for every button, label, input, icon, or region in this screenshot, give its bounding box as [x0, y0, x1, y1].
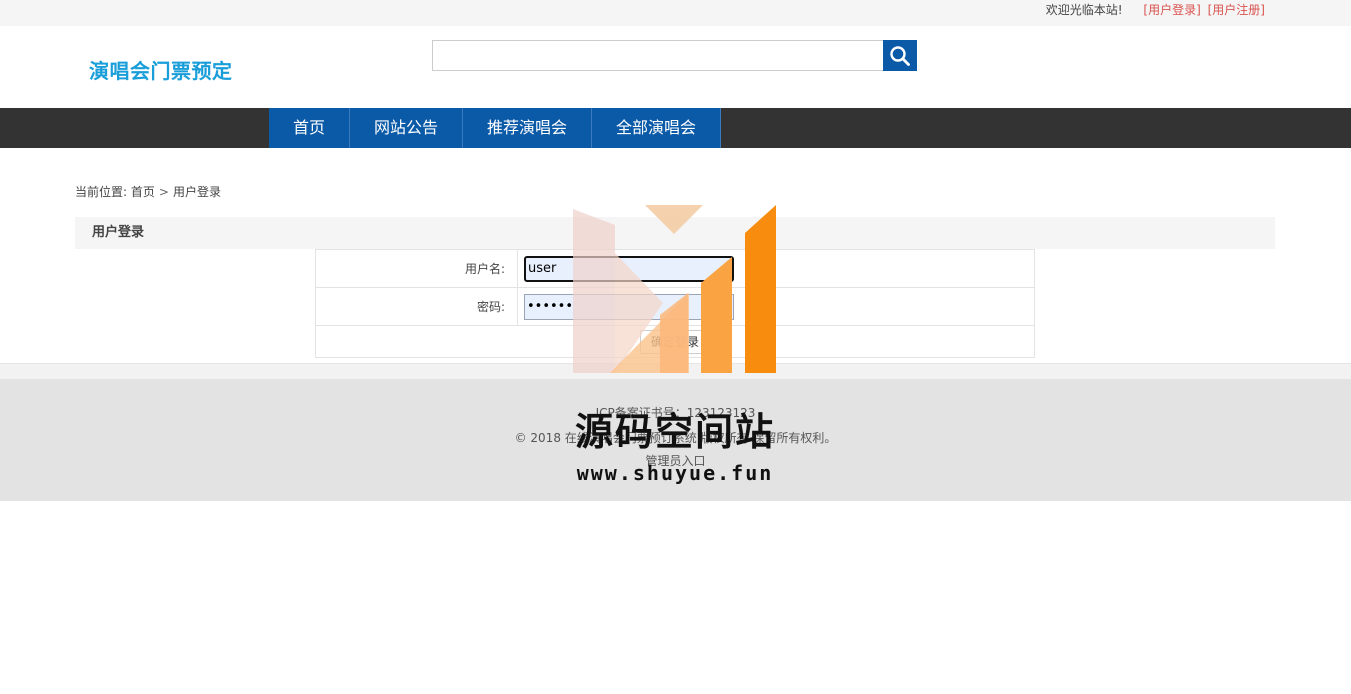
breadcrumb-separator: > [158, 185, 169, 199]
user-login-link[interactable]: [用户登录] [1143, 3, 1200, 17]
footer-copyright: © 2018 在线演唱会门票预订系统 版权所有 保留所有权利。 [514, 431, 837, 445]
breadcrumb-home-link[interactable]: 首页 [131, 185, 155, 199]
password-label: 密码: [315, 287, 518, 326]
search-input[interactable] [432, 40, 884, 71]
username-input[interactable] [524, 255, 734, 282]
welcome-text: 欢迎光临本站! [1045, 3, 1123, 17]
username-row: 用户名: [315, 249, 1035, 288]
password-row: 密码: [315, 287, 1035, 326]
top-bar: 欢迎光临本站! [用户登录] [用户注册] [0, 0, 1351, 26]
admin-entry-link[interactable]: 管理员入口 [645, 454, 705, 468]
header: 演唱会门票预定 [0, 26, 1351, 108]
footer-divider [0, 363, 1351, 379]
nav-item-home[interactable]: 首页 [269, 108, 351, 148]
nav-items: 首页 网站公告 推荐演唱会 全部演唱会 [269, 108, 722, 148]
user-register-link[interactable]: [用户注册] [1208, 3, 1265, 17]
breadcrumb-current: 用户登录 [172, 185, 221, 199]
submit-cell: 确定登录 [315, 325, 1035, 358]
breadcrumb: 当前位置: 首页 > 用户登录 [75, 183, 221, 200]
nav-item-announcements[interactable]: 网站公告 [350, 108, 464, 148]
top-bar-links: 欢迎光临本站! [用户登录] [用户注册] [1046, 2, 1265, 18]
login-submit-button[interactable]: 确定登录 [639, 329, 710, 354]
nav-item-recommended-concerts[interactable]: 推荐演唱会 [463, 108, 593, 148]
search-button[interactable] [883, 40, 917, 71]
password-cell [517, 287, 1035, 326]
username-label: 用户名: [315, 249, 518, 288]
footer: ICP备案证书号：123123123 © 2018 在线演唱会门票预订系统 版权… [0, 379, 1351, 501]
search-icon [890, 45, 910, 66]
login-panel-title: 用户登录 [75, 217, 1275, 249]
login-form: 用户名: 密码: 确定登录 [315, 249, 1035, 358]
breadcrumb-prefix: 当前位置: [75, 185, 128, 199]
password-input[interactable] [524, 293, 734, 320]
footer-icp: ICP备案证书号：123123123 [595, 406, 756, 420]
nav-item-all-concerts[interactable]: 全部演唱会 [592, 108, 722, 148]
submit-row: 确定登录 [315, 325, 1035, 358]
username-cell [517, 249, 1035, 288]
main-nav: 首页 网站公告 推荐演唱会 全部演唱会 [0, 108, 1351, 148]
site-title[interactable]: 演唱会门票预定 [89, 55, 233, 84]
